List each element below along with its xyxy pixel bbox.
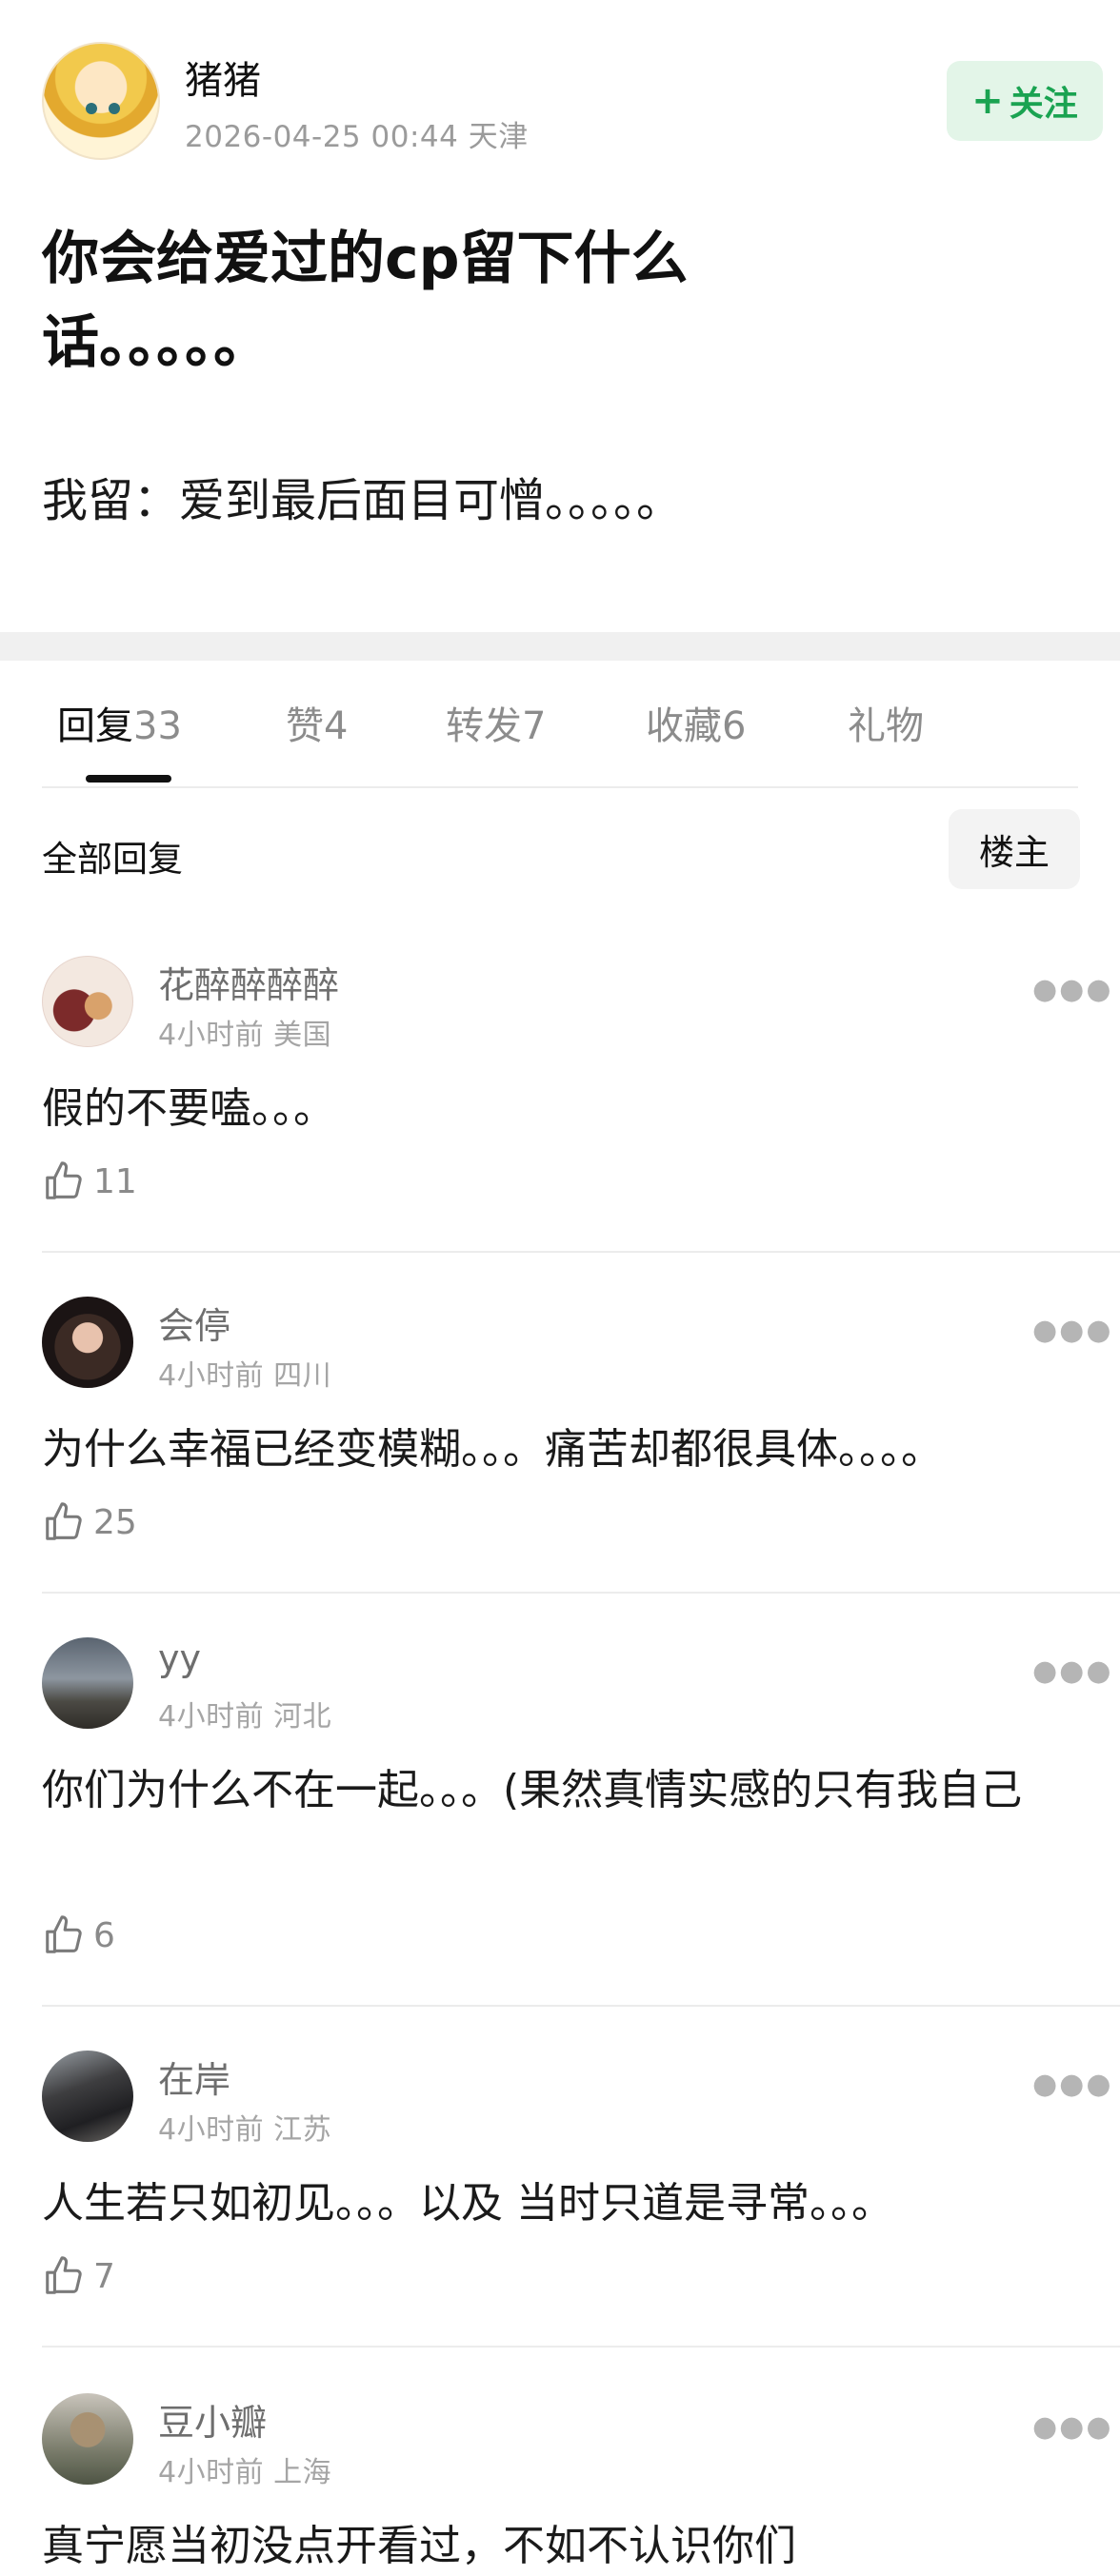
more-dots-icon[interactable]: ●●●	[1032, 2068, 1113, 2101]
more-dots-icon[interactable]: ●●●	[1032, 973, 1113, 1006]
plus-icon: +	[971, 79, 1004, 123]
reply-text: 假的不要嗑。。。	[42, 1084, 335, 1133]
reply-meta: 4小时前 河北	[158, 1700, 332, 1734]
reply-meta: 4小时前 上海	[158, 2456, 332, 2489]
like-button[interactable]: 25	[42, 1500, 137, 1544]
like-count: 25	[93, 1502, 137, 1542]
owner-filter-button[interactable]: 楼主	[949, 809, 1080, 889]
thumbs-up-icon	[46, 1161, 82, 1199]
tab-gifts[interactable]: 礼物	[848, 695, 924, 750]
reply-meta: 4小时前 美国	[158, 1019, 332, 1052]
reply-username[interactable]: 豆小瓣	[158, 2393, 267, 2446]
reply-text: 为什么幸福已经变模糊。。。痛苦却都很具体。。。。	[42, 1425, 943, 1474]
tab-likes[interactable]: 赞4	[286, 695, 348, 750]
tab-favorites[interactable]: 收藏6	[646, 695, 746, 750]
like-button[interactable]: 7	[42, 2254, 115, 2298]
tab-replies[interactable]: 回复33	[57, 695, 182, 750]
reply-divider	[42, 1592, 1120, 1594]
like-count: 11	[93, 1161, 137, 1201]
reply-divider	[42, 1251, 1120, 1253]
interaction-tabs: 回复33 赞4 转发7 收藏6 礼物	[0, 661, 1120, 788]
author-avatar[interactable]	[42, 42, 160, 160]
more-dots-icon[interactable]: ●●●	[1032, 2410, 1113, 2444]
reply-meta: 4小时前 四川	[158, 1359, 332, 1393]
reply-avatar[interactable]	[42, 2051, 133, 2142]
post-title: 你会给爱过的cp留下什么话。。。。。	[42, 226, 689, 376]
reply-username[interactable]: yy	[158, 1637, 201, 1679]
thumbs-up-icon	[46, 1502, 82, 1540]
post-card: 猪猪 2026-04-25 00:44 天津 + 关注 你会给爱过的cp留下什么…	[0, 0, 1120, 632]
thumbs-up-icon	[46, 2256, 82, 2294]
tab-reposts[interactable]: 转发7	[446, 695, 546, 750]
like-button[interactable]: 6	[42, 1913, 115, 1957]
reply-username[interactable]: 会停	[158, 1297, 230, 1349]
more-dots-icon[interactable]: ●●●	[1032, 1655, 1113, 1688]
reply-avatar[interactable]	[42, 1637, 133, 1729]
like-count: 6	[93, 1915, 115, 1955]
reply-text: 人生若只如初见。。。以及 当时只道是寻常。。。	[42, 2179, 893, 2228]
like-button[interactable]: 11	[42, 1159, 137, 1203]
active-tab-indicator	[86, 775, 171, 783]
author-name[interactable]: 猪猪	[185, 50, 261, 105]
more-dots-icon[interactable]: ●●●	[1032, 1314, 1113, 1347]
section-divider	[0, 632, 1120, 661]
thumbs-up-icon	[46, 1915, 82, 1953]
reply-username[interactable]: 在岸	[158, 2051, 230, 2103]
follow-label: 关注	[1009, 85, 1078, 124]
reply-text: 真宁愿当初没点开看过，不如不认识你们	[42, 2522, 796, 2570]
post-body: 我留：爱到最后面目可憎。。。。。	[42, 474, 683, 527]
reply-avatar[interactable]	[42, 1297, 133, 1388]
reply-text: 你们为什么不在一起。。。(果然真情实感的只有我自己	[42, 1766, 1023, 1814]
reply-divider	[42, 2005, 1120, 2007]
section-title: 全部回复	[42, 839, 183, 880]
reply-avatar[interactable]	[42, 956, 133, 1047]
post-timestamp-location: 2026-04-25 00:44 天津	[185, 120, 529, 154]
like-count: 7	[93, 2256, 115, 2296]
reply-username[interactable]: 花醉醉醉醉	[158, 956, 339, 1008]
reply-meta: 4小时前 江苏	[158, 2113, 332, 2147]
follow-button[interactable]: + 关注	[947, 61, 1103, 141]
reply-avatar[interactable]	[42, 2393, 133, 2485]
tabs-divider	[42, 786, 1078, 788]
reply-divider	[42, 2346, 1120, 2348]
